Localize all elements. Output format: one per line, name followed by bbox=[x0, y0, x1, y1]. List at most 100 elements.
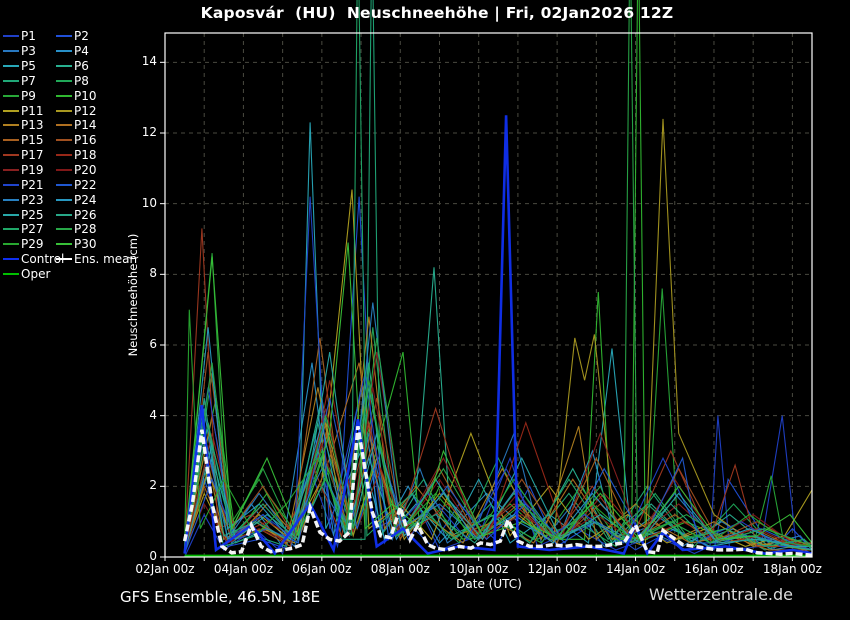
legend-item-p13: P13 bbox=[3, 118, 56, 133]
legend-line-swatch bbox=[56, 95, 72, 97]
legend-label: P26 bbox=[74, 209, 97, 221]
legend-line-swatch bbox=[3, 228, 19, 230]
legend-line-swatch bbox=[56, 65, 72, 67]
legend-item-p19: P19 bbox=[3, 163, 56, 178]
legend-line-swatch bbox=[56, 199, 72, 201]
x-tick-label: 16Jan 00z bbox=[684, 562, 743, 576]
legend-label: P1 bbox=[21, 30, 36, 42]
legend-label: P4 bbox=[74, 45, 89, 57]
legend-label: P7 bbox=[21, 75, 36, 87]
y-tick-label: 4 bbox=[117, 408, 157, 422]
y-tick-label: 12 bbox=[117, 125, 157, 139]
legend-label: P18 bbox=[74, 149, 97, 161]
y-axis-title: Neuschneehöhe (cm) bbox=[126, 234, 140, 357]
y-tick-label: 14 bbox=[117, 54, 157, 68]
series-p28 bbox=[185, 0, 812, 550]
legend-item-p8: P8 bbox=[56, 74, 137, 89]
series-p10 bbox=[185, 0, 812, 550]
legend-line-swatch bbox=[3, 169, 19, 171]
legend-line-swatch bbox=[3, 124, 19, 126]
legend-label: P8 bbox=[74, 75, 89, 87]
legend-line-swatch bbox=[56, 110, 72, 112]
legend-line-swatch bbox=[56, 50, 72, 52]
legend-label: P25 bbox=[21, 209, 44, 221]
legend-line-swatch bbox=[3, 95, 19, 97]
legend-line-swatch bbox=[56, 80, 72, 82]
legend-label: P6 bbox=[74, 60, 89, 72]
legend-item-p15: P15 bbox=[3, 133, 56, 148]
legend-item-p27: P27 bbox=[3, 222, 56, 237]
legend-line-swatch bbox=[3, 258, 19, 260]
legend-item-p18: P18 bbox=[56, 148, 137, 163]
legend-item-p20: P20 bbox=[56, 163, 137, 178]
y-tick-label: 10 bbox=[117, 196, 157, 210]
series-p7 bbox=[185, 0, 812, 550]
legend-item-control: Control bbox=[3, 252, 56, 267]
legend-line-swatch bbox=[56, 214, 72, 216]
x-tick-label: 08Jan 00z bbox=[371, 562, 430, 576]
legend-label: P24 bbox=[74, 194, 97, 206]
series-p27 bbox=[185, 0, 812, 546]
legend-line-swatch bbox=[3, 139, 19, 141]
legend-item-p1: P1 bbox=[3, 29, 56, 44]
legend-label: P12 bbox=[74, 105, 97, 117]
legend-item-p22: P22 bbox=[56, 177, 137, 192]
legend-line-swatch bbox=[3, 154, 19, 156]
legend-label: P27 bbox=[21, 223, 44, 235]
legend-item-p9: P9 bbox=[3, 88, 56, 103]
legend-label: P3 bbox=[21, 45, 36, 57]
legend-line-swatch bbox=[56, 124, 72, 126]
legend-label: P15 bbox=[21, 134, 44, 146]
legend-line-swatch bbox=[3, 110, 19, 112]
legend-label: P11 bbox=[21, 105, 44, 117]
model-info-label: GFS Ensemble, 46.5N, 18E bbox=[120, 588, 320, 606]
legend-item-p5: P5 bbox=[3, 59, 56, 74]
y-tick-label: 2 bbox=[117, 478, 157, 492]
legend-label: P19 bbox=[21, 164, 44, 176]
legend-line-swatch bbox=[56, 184, 72, 186]
legend-item-p23: P23 bbox=[3, 192, 56, 207]
legend-label: P14 bbox=[74, 119, 97, 131]
legend-line-swatch bbox=[56, 258, 72, 260]
legend-line-swatch bbox=[56, 243, 72, 245]
x-tick-label: 04Jan 00z bbox=[214, 562, 273, 576]
legend-line-swatch bbox=[56, 169, 72, 171]
legend-item-p3: P3 bbox=[3, 44, 56, 59]
x-tick-label: 02Jan 00z bbox=[135, 562, 194, 576]
legend-item-p21: P21 bbox=[3, 177, 56, 192]
legend-line-swatch bbox=[3, 50, 19, 52]
x-tick-label: 12Jan 00z bbox=[528, 562, 587, 576]
legend-line-swatch bbox=[56, 139, 72, 141]
legend-label: P22 bbox=[74, 179, 97, 191]
legend-label: P2 bbox=[74, 30, 89, 42]
y-tick-label: 0 bbox=[117, 549, 157, 563]
ensemble-chart: Kaposvár (HU) Neuschneehöhe | Fri, 02Jan… bbox=[0, 0, 850, 620]
legend-item-p10: P10 bbox=[56, 88, 137, 103]
legend-item-oper: Oper bbox=[3, 267, 56, 282]
legend-line-swatch bbox=[3, 184, 19, 186]
legend-line-swatch bbox=[3, 243, 19, 245]
legend-line-swatch bbox=[3, 80, 19, 82]
legend-label: P16 bbox=[74, 134, 97, 146]
legend-label: P23 bbox=[21, 194, 44, 206]
legend-item-ens-mean: Ens. mean bbox=[56, 252, 137, 267]
x-tick-label: 10Jan 00z bbox=[449, 562, 508, 576]
legend-line-swatch bbox=[56, 35, 72, 37]
x-tick-label: 18Jan 00z bbox=[763, 562, 822, 576]
legend-label: P30 bbox=[74, 238, 97, 250]
watermark-label: Wetterzentrale.de bbox=[649, 585, 793, 604]
legend-item-p11: P11 bbox=[3, 103, 56, 118]
legend-item-p25: P25 bbox=[3, 207, 56, 222]
legend-label: P13 bbox=[21, 119, 44, 131]
legend-line-swatch bbox=[3, 273, 19, 275]
legend-item-p17: P17 bbox=[3, 148, 56, 163]
legend-item-p2: P2 bbox=[56, 29, 137, 44]
legend-label: P17 bbox=[21, 149, 44, 161]
legend-label: P20 bbox=[74, 164, 97, 176]
x-tick-label: 14Jan 00z bbox=[606, 562, 665, 576]
legend-item-p29: P29 bbox=[3, 237, 56, 252]
legend-line-swatch bbox=[56, 154, 72, 156]
legend-line-swatch bbox=[56, 228, 72, 230]
legend-line-swatch bbox=[3, 199, 19, 201]
legend-label: P29 bbox=[21, 238, 44, 250]
